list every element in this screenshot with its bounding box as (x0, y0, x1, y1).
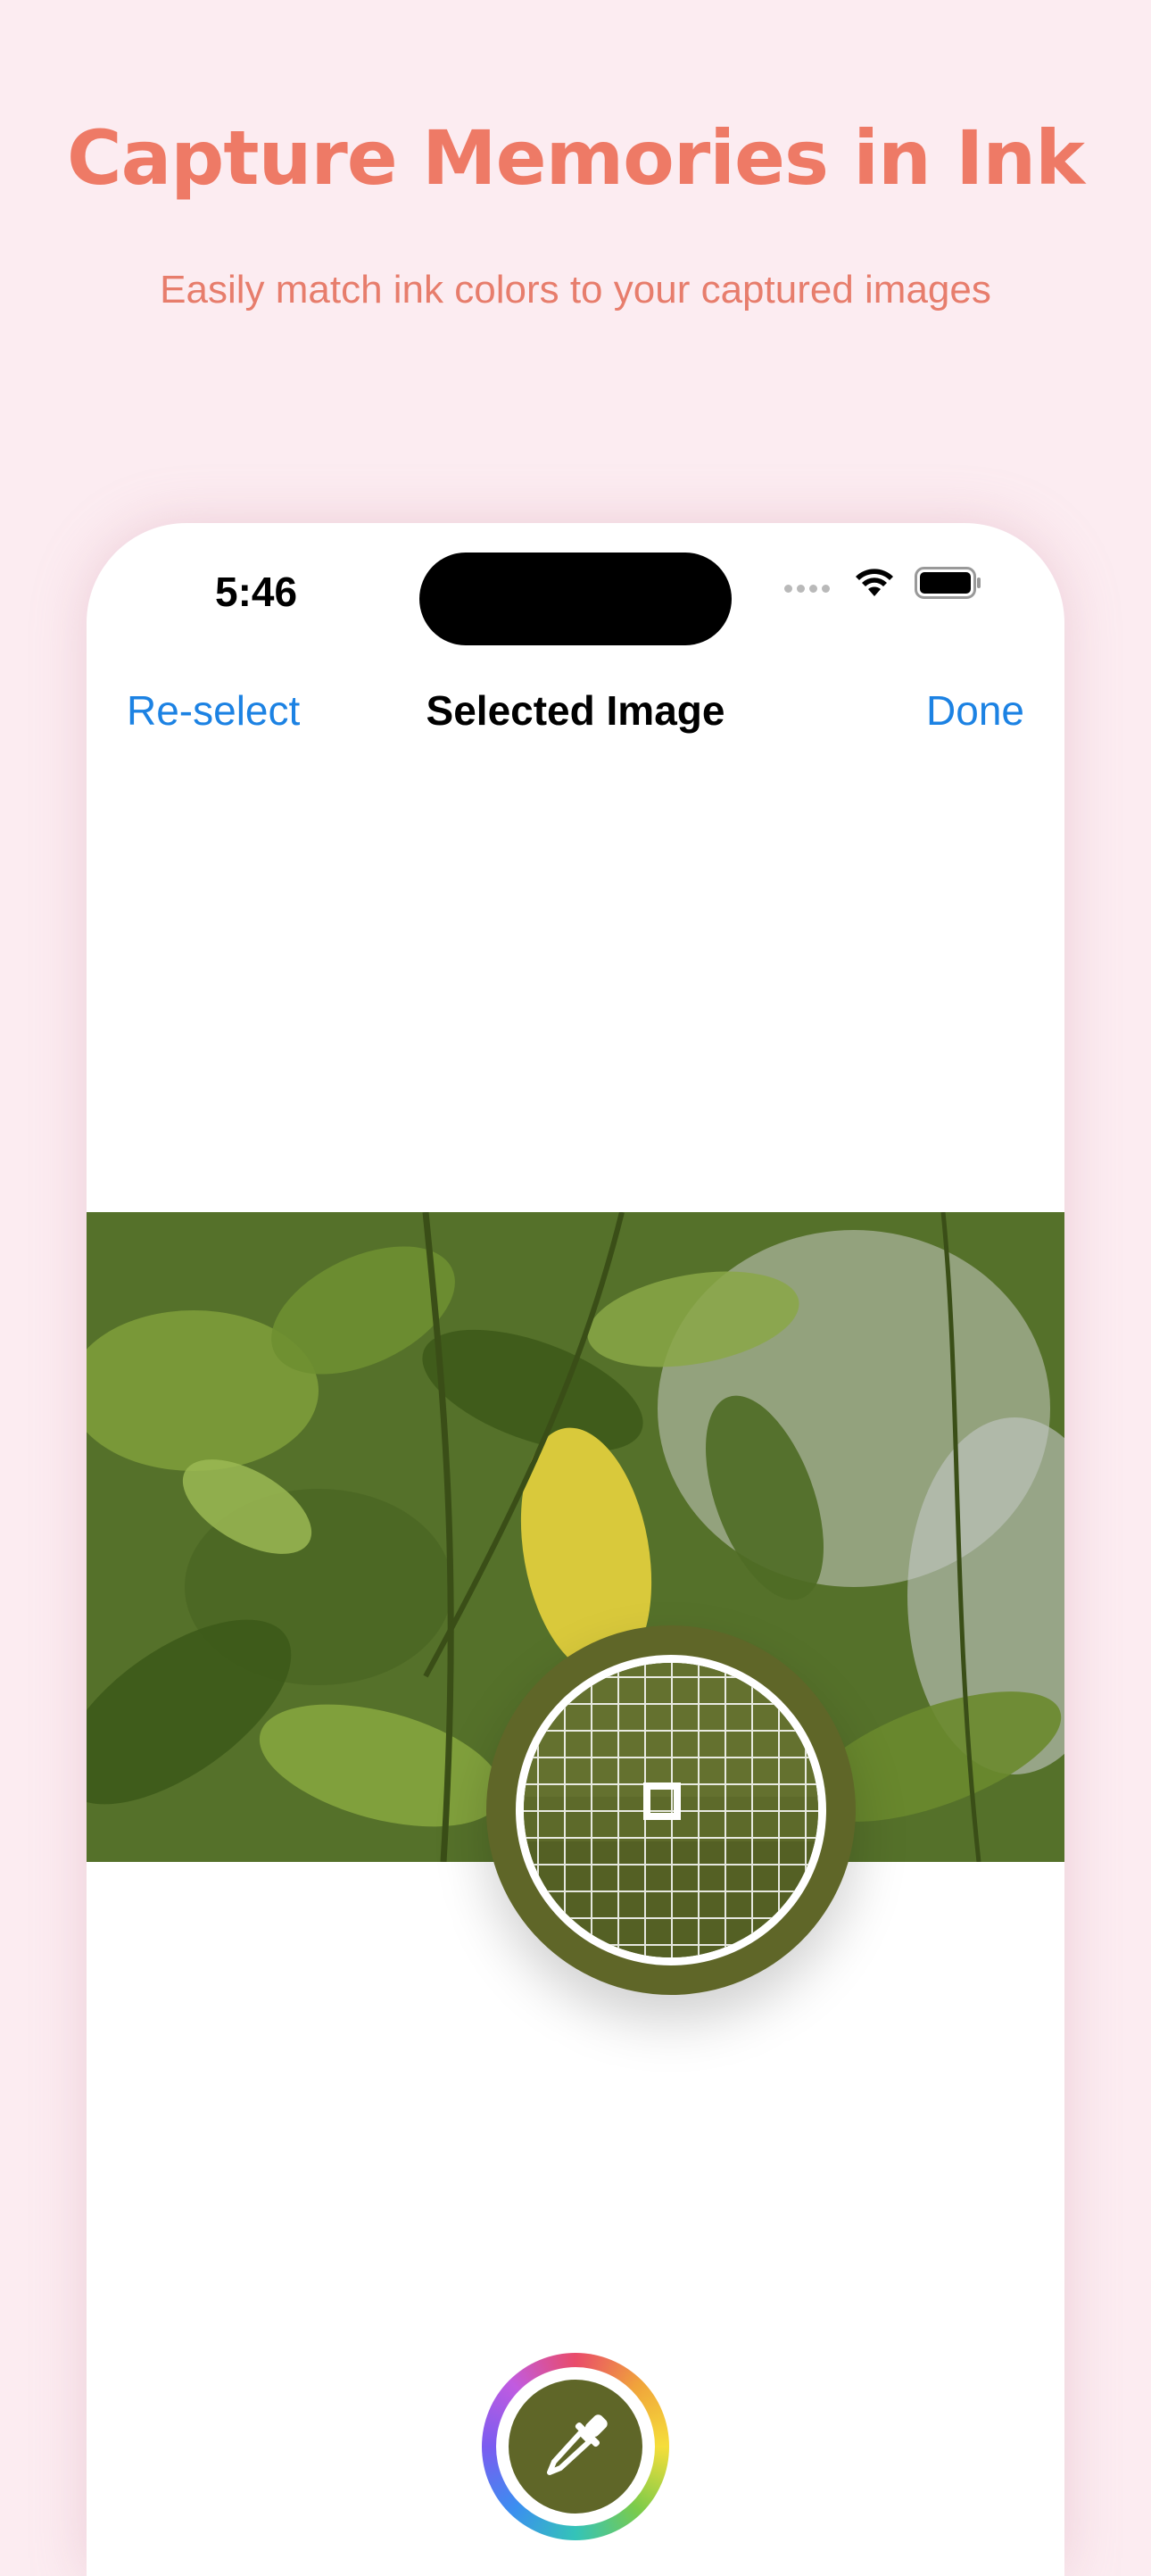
nav-title: Selected Image (426, 687, 725, 734)
cellular-signal-icon (784, 575, 830, 602)
phone-screen: 5:46 Re-select Selected Image Done (87, 523, 1064, 2576)
color-loupe[interactable] (486, 1625, 856, 1995)
dynamic-island (419, 553, 732, 645)
sampled-color-swatch (509, 2380, 642, 2514)
eyedropper-icon (547, 2414, 608, 2475)
loupe-magnifier (516, 1655, 826, 1965)
promo-subtitle: Easily match ink colors to your captured… (160, 268, 991, 312)
battery-icon (915, 567, 981, 599)
color-picker-button[interactable] (482, 2353, 669, 2540)
status-time: 5:46 (215, 569, 298, 615)
pixel-grid (524, 1663, 818, 1957)
promo-title: Capture Memories in Ink (66, 114, 1085, 202)
wifi-icon (856, 569, 893, 596)
done-button[interactable]: Done (926, 686, 1024, 735)
